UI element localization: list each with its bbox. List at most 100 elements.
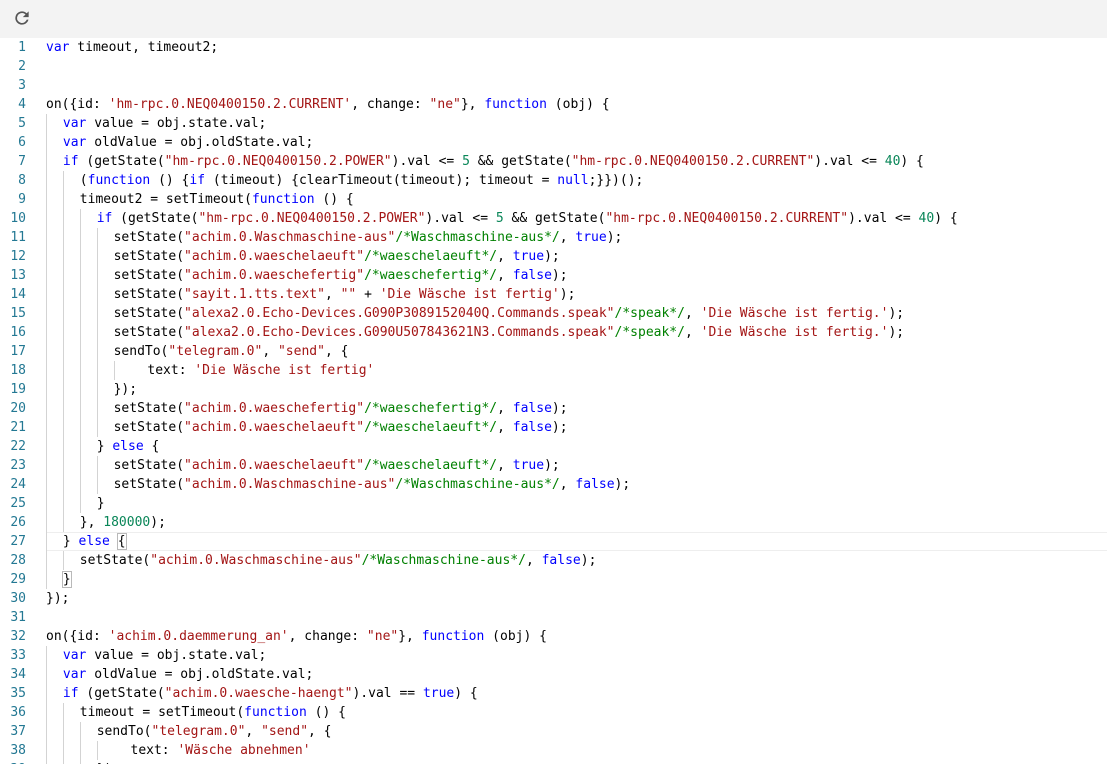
code-text: on({id: 'achim.0.daemmerung_an', change:…: [46, 627, 547, 646]
line-number: 13: [10, 268, 26, 283]
code-line[interactable]: 18 text: 'Die Wäsche ist fertig': [0, 361, 1107, 380]
code-token: ,: [684, 325, 701, 340]
line-number: 36: [10, 705, 26, 720]
indent-guide: [62, 399, 64, 418]
code-text: setState("achim.0.waeschelaeuft"/*waesch…: [114, 418, 568, 437]
code-line[interactable]: 6 var oldValue = obj.oldState.val;: [0, 133, 1107, 152]
code-line[interactable]: 9 timeout2 = setTimeout(function () {: [0, 190, 1107, 209]
code-line[interactable]: 28 setState("achim.0.Waschmaschine-aus"/*…: [0, 551, 1107, 570]
code-line[interactable]: 3: [0, 76, 1107, 95]
indent-guide: [62, 551, 64, 570]
code-token: if: [189, 173, 206, 188]
code-token: +: [356, 287, 380, 302]
code-token: setState(: [113, 420, 185, 435]
code-token: 40: [884, 154, 901, 169]
code-line[interactable]: 33 var value = obj.state.val;: [0, 646, 1107, 665]
line-number: 38: [10, 743, 26, 758]
code-line[interactable]: 1 var timeout, timeout2;: [0, 38, 1107, 57]
code-line[interactable]: 32 on({id: 'achim.0.daemmerung_an', chang…: [0, 627, 1107, 646]
code-text: setState("sayit.1.tts.text", "" + 'Die W…: [114, 285, 576, 304]
line-number: 29: [10, 572, 26, 587]
code-line[interactable]: 35 if (getState("achim.0.waesche-haengt")…: [0, 684, 1107, 703]
code-line[interactable]: 23 setState("achim.0.waeschelaeuft"/*waes…: [0, 456, 1107, 475]
code-line[interactable]: 24 setState("achim.0.Waschmaschine-aus"/*…: [0, 475, 1107, 494]
indent-guide: [96, 247, 98, 266]
code-line[interactable]: 31: [0, 608, 1107, 627]
code-line[interactable]: 16 setState("alexa2.0.Echo-Devices.G090U5…: [0, 323, 1107, 342]
line-number: 27: [10, 534, 26, 549]
indent-guide: [46, 703, 47, 722]
code-line[interactable]: 20 setState("achim.0.waeschefertig"/*waes…: [0, 399, 1107, 418]
code-line[interactable]: 25}: [0, 494, 1107, 513]
refresh-icon: [12, 8, 32, 32]
code-text: setState("achim.0.waeschefertig"/*waesch…: [114, 399, 568, 418]
indent-guide: [62, 437, 64, 456]
code-line[interactable]: 2: [0, 57, 1107, 76]
line-number: 33: [10, 648, 26, 663]
indent-guide: [62, 722, 64, 741]
code-token: else: [112, 439, 144, 454]
code-token: setState(: [113, 287, 185, 302]
code-token: false: [575, 477, 615, 492]
code-token: ) {: [900, 154, 924, 169]
line-number: 34: [10, 667, 26, 682]
code-token: true: [512, 249, 545, 264]
code-line[interactable]: 11 setState("achim.0.Waschmaschine-aus"/*…: [0, 228, 1107, 247]
code-token: ).val <=: [425, 211, 496, 226]
code-line[interactable]: 36 timeout = setTimeout(function () {: [0, 703, 1107, 722]
line-number: 39: [0, 760, 26, 764]
indent-guide: [96, 285, 98, 304]
code-line[interactable]: 29}: [0, 570, 1107, 589]
code-token: if: [62, 154, 79, 169]
indent-guide: [113, 361, 115, 380]
code-token: setState(: [113, 249, 185, 264]
code-line[interactable]: 17 sendTo("telegram.0", "send", {: [0, 342, 1107, 361]
code-line[interactable]: 4 on({id: 'hm-rpc.0.NEQ0400150.2.CURRENT'…: [0, 95, 1107, 114]
code-line[interactable]: 26}, 180000);: [0, 513, 1107, 532]
code-line[interactable]: 19});: [0, 380, 1107, 399]
code-line[interactable]: 34 var oldValue = obj.oldState.val;: [0, 665, 1107, 684]
indent-guide: [46, 665, 47, 684]
code-token: else: [78, 534, 110, 549]
code-line[interactable]: 37 sendTo("telegram.0", "send", {: [0, 722, 1107, 741]
indent-guide: [62, 190, 64, 209]
code-text: setState("achim.0.waeschelaeuft"/*waesch…: [114, 456, 560, 475]
code-token: ;}})();: [588, 173, 644, 188]
code-line[interactable]: 10 if (getState("hm-rpc.0.NEQ0400150.2.PO…: [0, 209, 1107, 228]
code-token: ,: [559, 230, 576, 245]
code-text: }, 180000);: [80, 513, 166, 532]
code-token: && getState(: [469, 154, 572, 169]
code-token: "achim.0.Waschmaschine-aus": [150, 553, 362, 568]
code-editor[interactable]: 1 var timeout, timeout2; 2 3 4 on({id: 'hm-rp…: [0, 38, 1107, 764]
line-number: 2: [18, 59, 26, 74]
code-token: (timeout) {clearTimeout(timeout); timeou…: [205, 173, 558, 188]
code-line[interactable]: 7 if (getState("hm-rpc.0.NEQ0400150.2.POW…: [0, 152, 1107, 171]
code-token: "achim.0.waeschelaeuft": [184, 458, 365, 473]
code-token: "send": [261, 724, 309, 739]
code-line[interactable]: 15 setState("alexa2.0.Echo-Devices.G090P3…: [0, 304, 1107, 323]
code-line[interactable]: 5 var value = obj.state.val;: [0, 114, 1107, 133]
code-line[interactable]: 22} else {: [0, 437, 1107, 456]
code-text: if (getState("hm-rpc.0.NEQ0400150.2.POWE…: [63, 152, 924, 171]
code-text: });: [114, 380, 137, 399]
code-line[interactable]: 8 (function () {if (timeout) {clearTimeou…: [0, 171, 1107, 190]
indent-guide: [46, 266, 47, 285]
line-number: 32: [10, 629, 26, 644]
code-line[interactable]: 27} else {: [0, 532, 1107, 551]
code-line[interactable]: 21 setState("achim.0.waeschelaeuft"/*waes…: [0, 418, 1107, 437]
code-line[interactable]: 13 setState("achim.0.waeschefertig"/*waes…: [0, 266, 1107, 285]
code-line[interactable]: 39});: [0, 760, 1107, 764]
code-token: ).val <=: [848, 211, 919, 226]
line-number: 20: [10, 401, 26, 416]
indent-guide: [46, 285, 47, 304]
code-line[interactable]: 38 text: 'Wäsche abnehmen': [0, 741, 1107, 760]
code-token: timeout = setTimeout(: [79, 705, 245, 720]
code-line[interactable]: 30});: [0, 589, 1107, 608]
code-token: );: [559, 287, 576, 302]
code-token: timeout2 = setTimeout(: [79, 192, 252, 207]
line-number: 25: [10, 496, 26, 511]
refresh-button[interactable]: [10, 8, 34, 32]
code-line[interactable]: 14 setState("sayit.1.tts.text", "" + 'Die…: [0, 285, 1107, 304]
line-number: 30: [10, 591, 26, 606]
code-line[interactable]: 12 setState("achim.0.waeschelaeuft"/*waes…: [0, 247, 1107, 266]
